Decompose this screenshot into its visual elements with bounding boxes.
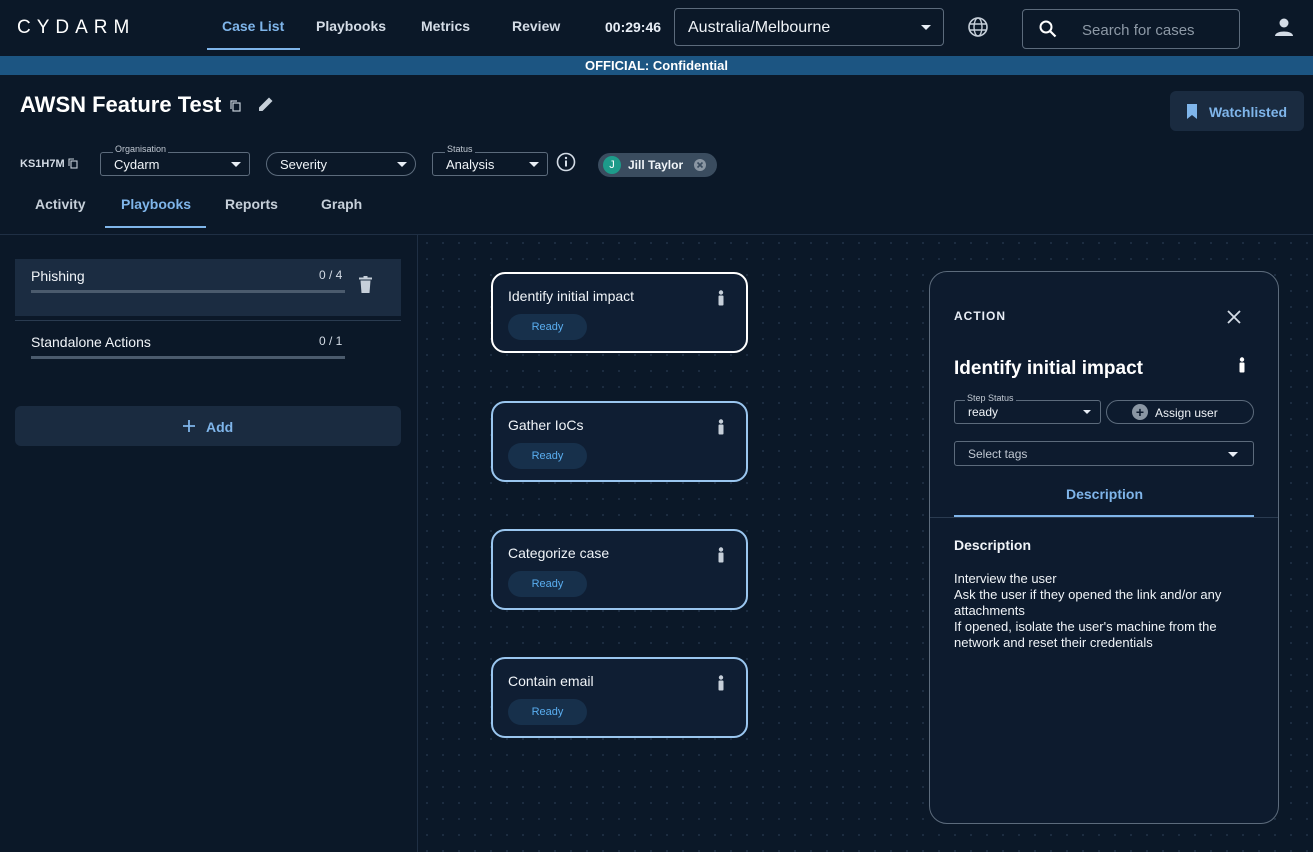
timezone-value: Australia/Melbourne	[688, 19, 831, 36]
clock: 00:29:46	[605, 19, 662, 35]
action-title: Gather IoCs	[508, 417, 584, 433]
classification-text: OFFICIAL: Confidential	[585, 58, 728, 73]
remove-chip-icon[interactable]	[693, 158, 707, 172]
action-node-gather-iocs[interactable]: Gather IoCs Ready	[491, 401, 748, 482]
tags-placeholder: Select tags	[968, 447, 1028, 461]
severity-value: Severity	[280, 157, 327, 172]
status-badge: Ready	[508, 443, 587, 469]
action-node-contain-email[interactable]: Contain email Ready	[491, 657, 748, 738]
watchlisted-label: Watchlisted	[1209, 104, 1288, 120]
description-heading: Description	[954, 537, 1032, 553]
panel-label: ACTION	[954, 309, 1006, 323]
search-input[interactable]: Search for cases	[1022, 9, 1240, 49]
top-bar: CYDARM Case List Playbooks Metrics Revie…	[0, 0, 1313, 56]
tab-description[interactable]: Description	[1066, 486, 1143, 502]
globe-icon[interactable]	[967, 16, 989, 38]
action-node-categorize-case[interactable]: Categorize case Ready	[491, 529, 748, 610]
chevron-down-icon	[529, 162, 539, 167]
action-detail-panel: ACTION Identify initial impact Step Stat…	[929, 271, 1279, 824]
tags-select[interactable]: Select tags	[954, 441, 1254, 466]
severity-select[interactable]: Severity	[266, 152, 416, 176]
organisation-select[interactable]: Organisation Cydarm	[100, 144, 250, 176]
tab-playbooks[interactable]: Playbooks	[121, 196, 191, 212]
step-status-label: Step Status	[965, 393, 1016, 403]
playbook-progress: 0 / 4	[319, 268, 343, 282]
description-line: Ask the user if they opened the link and…	[954, 587, 1222, 618]
status-badge: Ready	[508, 571, 587, 597]
nav-active-indicator	[207, 48, 300, 50]
panel-title: Identify initial impact	[954, 358, 1143, 379]
action-title: Categorize case	[508, 545, 610, 561]
person-icon	[718, 419, 724, 435]
nav-case-list[interactable]: Case List	[222, 18, 284, 34]
add-circle-icon: +	[1132, 404, 1148, 420]
copy-id-icon[interactable]	[68, 158, 78, 169]
tab-activity[interactable]: Activity	[35, 196, 86, 212]
status-badge: Ready	[508, 699, 587, 725]
chevron-down-icon	[397, 162, 407, 167]
info-icon[interactable]	[556, 152, 576, 172]
action-title: Identify initial impact	[508, 288, 635, 304]
assignee-chip[interactable]: J Jill Taylor	[598, 153, 717, 177]
bookmark-icon	[1187, 104, 1197, 119]
nav-metrics[interactable]: Metrics	[421, 18, 470, 34]
person-icon	[718, 675, 724, 691]
assign-user-label: Assign user	[1155, 406, 1218, 420]
tab-graph[interactable]: Graph	[321, 196, 362, 212]
assign-user-button[interactable]: + Assign user	[1106, 400, 1254, 424]
tab-reports[interactable]: Reports	[225, 196, 278, 212]
chevron-down-icon	[1083, 410, 1091, 414]
nav-playbooks[interactable]: Playbooks	[316, 18, 386, 34]
add-label: Add	[206, 419, 234, 435]
add-playbook-button[interactable]: Add	[15, 406, 401, 446]
classification-banner: OFFICIAL: Confidential	[0, 56, 1313, 75]
description-line: Interview the user	[954, 571, 1057, 586]
chevron-down-icon	[231, 162, 241, 167]
watchlisted-button[interactable]: Watchlisted	[1170, 91, 1304, 131]
playbook-item-phishing[interactable]: Phishing 0 / 4	[15, 259, 401, 316]
playbook-item-standalone[interactable]: Standalone Actions 0 / 1	[15, 324, 401, 366]
nav-review[interactable]: Review	[512, 18, 560, 34]
step-status-select[interactable]: Step Status ready	[954, 393, 1101, 424]
user-account-icon[interactable]	[1273, 16, 1295, 38]
playbook-progress: 0 / 1	[319, 334, 343, 348]
description-body: Interview the user Ask the user if they …	[954, 571, 1254, 651]
timezone-select[interactable]: Australia/Melbourne	[674, 8, 944, 46]
trash-icon[interactable]	[359, 276, 372, 293]
step-status-value: ready	[968, 405, 999, 419]
playbook-name: Standalone Actions	[31, 334, 151, 350]
status-value: Analysis	[446, 157, 495, 172]
playbook-name: Phishing	[31, 268, 85, 284]
svg-text:CYDARM: CYDARM	[17, 17, 135, 36]
status-badge: Ready	[508, 314, 587, 340]
action-node-identify-initial-impact[interactable]: Identify initial impact Ready	[491, 272, 748, 353]
case-id: KS1H7M	[20, 158, 65, 170]
edit-pencil-icon[interactable]	[256, 94, 276, 114]
status-select[interactable]: Status Analysis	[432, 144, 548, 176]
divider	[930, 517, 1278, 518]
cydarm-logo[interactable]: CYDARM	[17, 16, 182, 36]
copy-icon[interactable]	[230, 100, 241, 112]
search-icon	[1039, 20, 1057, 38]
chevron-down-icon	[1228, 452, 1238, 457]
playbook-progress-bar	[31, 290, 345, 293]
close-icon[interactable]	[1226, 309, 1242, 325]
chevron-down-icon	[921, 25, 931, 30]
plus-icon	[183, 420, 195, 432]
avatar: J	[603, 156, 621, 174]
person-icon[interactable]	[1237, 357, 1247, 373]
status-label: Status	[445, 144, 475, 154]
organisation-value: Cydarm	[114, 157, 160, 172]
description-line: If opened, isolate the user's machine fr…	[954, 619, 1217, 650]
playbook-progress-bar	[31, 356, 345, 359]
person-icon	[718, 290, 724, 306]
case-title: AWSN Feature Test	[20, 92, 222, 117]
organisation-label: Organisation	[113, 144, 169, 154]
tab-active-indicator	[105, 226, 206, 228]
assignee-name: Jill Taylor	[628, 158, 684, 172]
person-icon	[718, 547, 724, 563]
playbook-divider	[15, 320, 401, 321]
action-title: Contain email	[508, 673, 594, 689]
search-placeholder: Search for cases	[1082, 22, 1195, 39]
